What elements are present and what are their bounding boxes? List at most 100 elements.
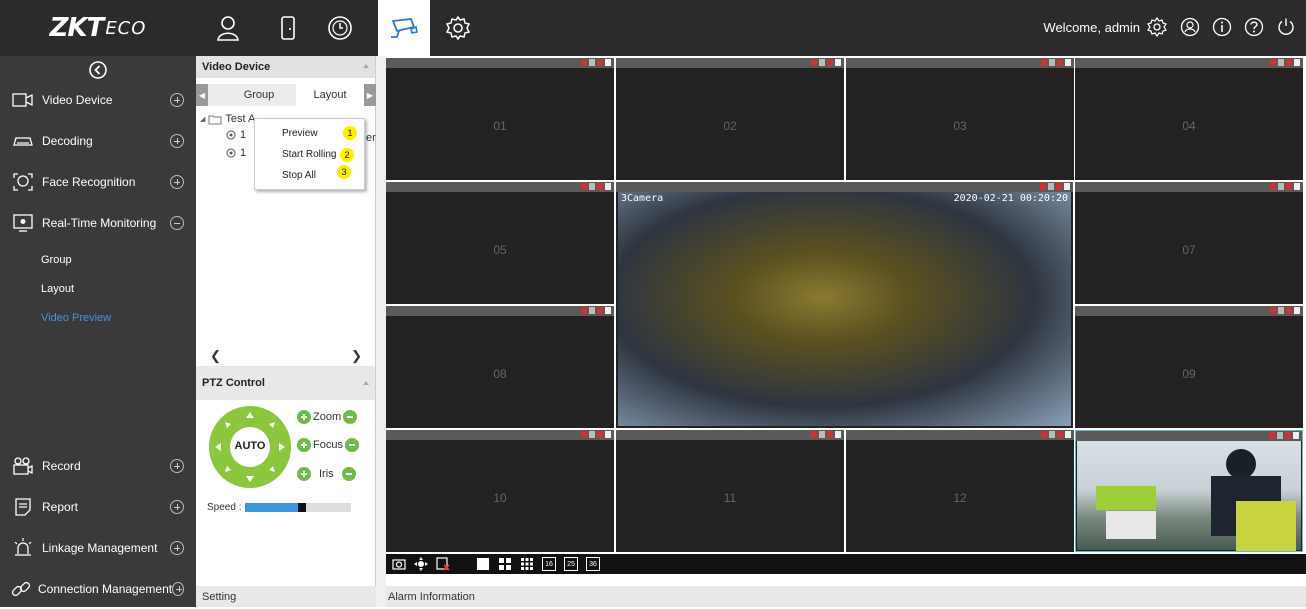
camera-cell[interactable]: 02 — [616, 58, 844, 180]
expand-icon[interactable] — [172, 582, 184, 596]
tree-expand-icon[interactable]: ◢ — [200, 115, 205, 123]
sidebar-subitem-video-preview[interactable]: Video Preview — [41, 312, 111, 324]
expand-icon[interactable] — [170, 134, 184, 148]
expand-icon[interactable] — [170, 541, 184, 555]
tab-scroll-right-icon[interactable]: ▶ — [364, 84, 376, 106]
clock-icon[interactable] — [314, 0, 366, 56]
camera-cell[interactable]: 12 — [846, 430, 1074, 552]
door-icon[interactable] — [262, 0, 314, 56]
iris-label: Iris — [319, 468, 334, 480]
camera-cell[interactable]: 01 — [386, 58, 614, 180]
iris-out-icon[interactable] — [341, 467, 356, 481]
panel-splitter[interactable] — [376, 56, 386, 607]
tree-node[interactable]: 1 — [226, 144, 255, 162]
face-icon — [10, 171, 36, 193]
sidebar-item-face-recognition[interactable]: Face Recognition — [0, 162, 196, 202]
sidebar-item-decoding[interactable]: Decoding — [0, 121, 196, 161]
camera-titlebar — [1075, 182, 1303, 192]
sidebar-item-label: Decoding — [42, 134, 93, 148]
sidebar-item-real-time-monitoring[interactable]: Real-Time Monitoring — [0, 203, 196, 243]
gear-icon[interactable] — [432, 0, 484, 56]
user-circle-icon[interactable] — [1178, 15, 1202, 39]
stop-video-icon[interactable] — [436, 557, 450, 571]
camera-titlebar — [1075, 58, 1303, 68]
camera-cell[interactable]: 11 — [616, 430, 844, 552]
scroll-right-icon[interactable]: ❯ — [351, 348, 362, 364]
layout-25-icon[interactable]: 25 — [564, 557, 578, 571]
tab-layout[interactable]: Layout — [296, 84, 364, 106]
sidebar-item-video-device[interactable]: Video Device — [0, 80, 196, 120]
info-icon[interactable] — [1210, 15, 1234, 39]
camera-cell[interactable]: 08 — [386, 306, 614, 428]
camera-cell[interactable]: 10 — [386, 430, 614, 552]
step-badge: 3 — [337, 165, 351, 179]
camera-cell-number: 08 — [493, 367, 507, 381]
tree-node-label-tail: er — [366, 132, 376, 144]
focus-control: Focus — [297, 438, 359, 452]
speed-handle[interactable] — [298, 503, 306, 512]
sidebar: Video Device Decoding Face Recognition R… — [0, 56, 196, 607]
camera-cell[interactable]: 09 — [1075, 306, 1303, 428]
camera-cell[interactable]: 05 — [386, 182, 614, 304]
expand-icon[interactable] — [170, 500, 184, 514]
collapse-item-icon[interactable] — [170, 216, 184, 230]
panel-title: PTZ Control — [202, 377, 265, 389]
camera-cell[interactable]: 03 — [846, 58, 1074, 180]
focus-out-icon[interactable] — [344, 438, 359, 452]
camera-view-office[interactable] — [1075, 430, 1303, 552]
camera-icon[interactable] — [378, 0, 430, 56]
collapse-caret-icon[interactable] — [363, 64, 369, 68]
expand-icon[interactable] — [170, 175, 184, 189]
layout-1-icon[interactable] — [476, 557, 490, 571]
setting-bar[interactable]: Setting — [196, 586, 376, 607]
layout-4-icon[interactable] — [498, 557, 512, 571]
sidebar-item-connection-management[interactable]: Connection Management — [0, 569, 196, 609]
zoom-in-icon[interactable] — [297, 410, 311, 424]
auto-button[interactable]: AUTO — [232, 440, 268, 452]
camera-titlebar — [616, 182, 1073, 192]
zoom-out-icon[interactable] — [343, 410, 358, 424]
horizontal-scrollbar[interactable]: ❮ ❯ — [200, 348, 372, 364]
sidebar-item-linkage-management[interactable]: Linkage Management — [0, 528, 196, 568]
tab-scroll-left-icon[interactable]: ◀ — [196, 84, 208, 106]
iris-in-icon[interactable] — [297, 467, 311, 481]
camera-cell-number: 01 — [493, 119, 507, 133]
collapse-caret-icon[interactable] — [363, 381, 369, 385]
layout-16-icon[interactable]: 16 — [542, 557, 556, 571]
layout-36-icon[interactable]: 36 — [586, 557, 600, 571]
camera-status-icons — [1270, 183, 1300, 191]
camera-titlebar — [616, 430, 844, 440]
camera-cell-number: 07 — [1182, 243, 1196, 257]
panel-header: PTZ Control — [196, 366, 375, 400]
sidebar-subitem-group[interactable]: Group — [41, 254, 72, 266]
expand-icon[interactable] — [170, 459, 184, 473]
tree-root[interactable]: ◢ Test A — [200, 112, 255, 126]
menu-item-preview[interactable]: Preview — [282, 128, 318, 139]
sidebar-item-record[interactable]: Record — [0, 446, 196, 486]
sidebar-subitem-layout[interactable]: Layout — [41, 283, 74, 295]
menu-item-stop-all[interactable]: Stop All — [282, 170, 316, 181]
camera-cell[interactable]: 07 — [1075, 182, 1303, 304]
camera-cell[interactable]: 04 — [1075, 58, 1303, 180]
device-tree: ◢ Test A 1 1 — [200, 112, 255, 162]
ptz-direction-icon[interactable] — [414, 557, 428, 571]
camera-view-main[interactable]: 3Camera 2020-02-21 00:20:20 — [616, 182, 1073, 428]
expand-icon[interactable] — [170, 93, 184, 107]
power-icon[interactable] — [1274, 15, 1298, 39]
focus-in-icon[interactable] — [297, 438, 311, 452]
menu-item-start-rolling[interactable]: Start Rolling — [282, 149, 336, 160]
scroll-left-icon[interactable]: ❮ — [210, 348, 221, 364]
snapshot-icon[interactable] — [392, 557, 406, 571]
alarm-information-bar[interactable]: Alarm Information — [386, 586, 1306, 607]
tab-group[interactable]: Group — [224, 84, 294, 106]
person-icon[interactable] — [202, 0, 254, 56]
tree-node[interactable]: 1 — [226, 126, 255, 144]
sidebar-item-report[interactable]: Report — [0, 487, 196, 527]
sidebar-item-label: Face Recognition — [42, 175, 136, 189]
collapse-icon[interactable] — [88, 60, 108, 80]
sidebar-item-label: Report — [42, 500, 79, 514]
speed-slider[interactable] — [245, 503, 351, 512]
layout-9-icon[interactable] — [520, 557, 534, 571]
help-icon[interactable] — [1242, 15, 1266, 39]
settings-icon[interactable] — [1145, 15, 1169, 39]
